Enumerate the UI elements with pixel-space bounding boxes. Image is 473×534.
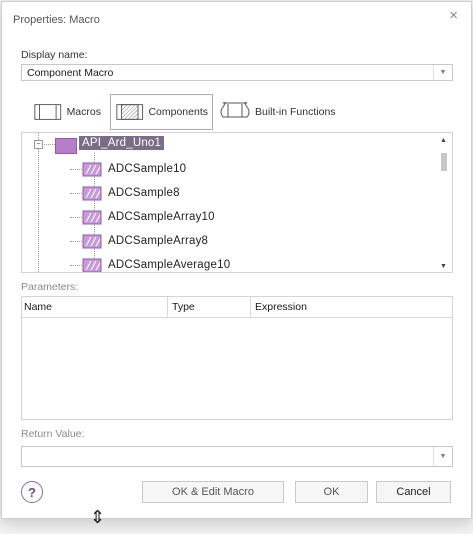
return-value-label: Return Value: — [21, 428, 85, 440]
tab-components[interactable]: Components — [110, 94, 213, 130]
display-name-label: Display name: — [21, 49, 88, 61]
component-macro-icon — [82, 186, 102, 200]
component-tree[interactable]: − API_Ard_Uno1 ADCSample10 ADCSample8 AD… — [21, 132, 453, 273]
tab-built-in-functions[interactable]: Built-in Functions — [215, 94, 345, 130]
parameters-label: Parameters: — [21, 281, 79, 293]
tree-line — [42, 144, 55, 145]
properties-macro-dialog: Properties: Macro × Display name: Compon… — [1, 1, 472, 519]
column-header-name[interactable]: Name — [22, 297, 168, 317]
tree-item[interactable]: ADCSample8 — [82, 184, 180, 202]
tree-scrollbar[interactable]: ▲ ▼ — [439, 135, 449, 272]
tree-item-label: ADCSampleArray8 — [108, 235, 209, 247]
ok-edit-macro-button[interactable]: OK & Edit Macro — [142, 481, 284, 503]
tree-item-label: ADCSampleAverage10 — [108, 259, 231, 271]
ok-button[interactable]: OK — [295, 481, 368, 503]
component-macro-icon — [82, 162, 102, 176]
tree-root-label[interactable]: API_Ard_Uno1 — [79, 136, 165, 150]
display-name-combo[interactable]: Component Macro ▼ — [21, 64, 453, 81]
chevron-down-icon[interactable]: ▼ — [433, 447, 452, 466]
component-macro-icon — [82, 210, 102, 224]
tree-item[interactable]: ADCSampleArray10 — [82, 208, 215, 226]
tree-item-label: ADCSample10 — [108, 163, 187, 175]
tree-item-label: ADCSample8 — [108, 187, 180, 199]
parameters-table[interactable]: Name Type Expression — [21, 296, 453, 420]
scroll-thumb[interactable] — [441, 153, 447, 171]
tree-item[interactable]: ADCSample10 — [82, 160, 186, 178]
macro-type-tabs: Macros Components Built-in Functions — [29, 94, 449, 132]
return-value-combo[interactable]: ▼ — [21, 446, 453, 467]
tab-built-in-functions-label: Built-in Functions — [255, 106, 336, 118]
tree-line — [38, 149, 39, 272]
tree-item[interactable]: ADCSampleAverage10 — [82, 256, 231, 272]
dialog-title: Properties: Macro — [13, 14, 100, 26]
column-header-expression[interactable]: Expression — [253, 297, 452, 317]
cancel-button[interactable]: Cancel — [376, 481, 451, 503]
tab-macros[interactable]: Macros — [29, 94, 105, 130]
scroll-up-icon[interactable]: ▲ — [440, 137, 447, 144]
close-icon[interactable]: × — [449, 7, 458, 24]
component-icon — [116, 104, 144, 120]
tab-macros-label: Macros — [66, 106, 101, 118]
chevron-down-icon[interactable]: ▼ — [433, 65, 452, 80]
component-macro-icon — [82, 234, 102, 248]
macro-icon — [34, 104, 62, 120]
collapse-toggle[interactable]: − — [34, 140, 43, 149]
display-name-value: Component Macro — [27, 67, 114, 79]
help-button[interactable]: ? — [21, 481, 43, 503]
folder-icon — [55, 138, 77, 154]
resize-cursor-icon: ⇕ — [90, 507, 106, 527]
component-macro-icon — [82, 258, 102, 272]
tab-components-label: Components — [148, 106, 208, 118]
column-header-type[interactable]: Type — [170, 297, 251, 317]
scroll-down-icon[interactable]: ▼ — [440, 263, 447, 270]
function-icon — [220, 102, 250, 118]
parameters-header: Name Type Expression — [22, 297, 452, 318]
tree-item-label: ADCSampleArray10 — [108, 211, 215, 223]
tree-item[interactable]: ADCSampleArray8 — [82, 232, 208, 250]
